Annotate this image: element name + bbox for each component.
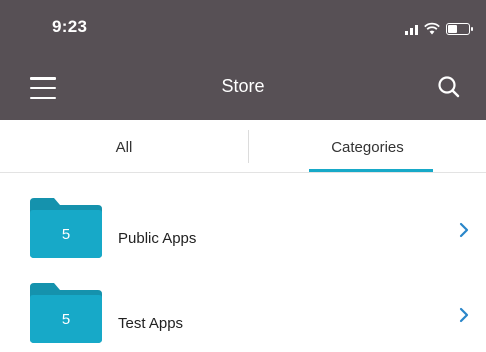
list-item-test-apps[interactable]: 5 Test Apps	[0, 259, 486, 344]
list-item-label: Test Apps	[118, 315, 184, 332]
tab-all-label: All	[115, 139, 133, 156]
tab-bar: All Categories	[0, 120, 486, 173]
folder-count: 5	[61, 226, 71, 243]
chevron-right-icon	[459, 307, 469, 323]
tab-all[interactable]: All	[0, 120, 248, 173]
status-bar: 9:23	[0, 0, 486, 54]
status-time: 9:23	[52, 17, 88, 36]
tab-categories[interactable]: Categories	[249, 120, 486, 173]
page-title: Store	[221, 76, 265, 96]
battery-icon	[446, 23, 473, 35]
nav-bar: Store	[0, 54, 486, 120]
wifi-icon	[424, 22, 440, 35]
active-tab-indicator	[309, 169, 433, 172]
chevron-right-icon	[459, 222, 469, 238]
list-item-label: Public Apps	[118, 230, 197, 247]
list-item-public-apps[interactable]: 5 Public Apps	[0, 174, 486, 259]
signal-icon	[405, 23, 418, 35]
tab-categories-label: Categories	[331, 139, 404, 156]
search-icon[interactable]	[434, 72, 464, 102]
folder-icon: 5	[30, 281, 102, 343]
folder-count: 5	[61, 311, 71, 328]
folder-icon: 5	[30, 196, 102, 258]
status-icons	[405, 19, 473, 35]
